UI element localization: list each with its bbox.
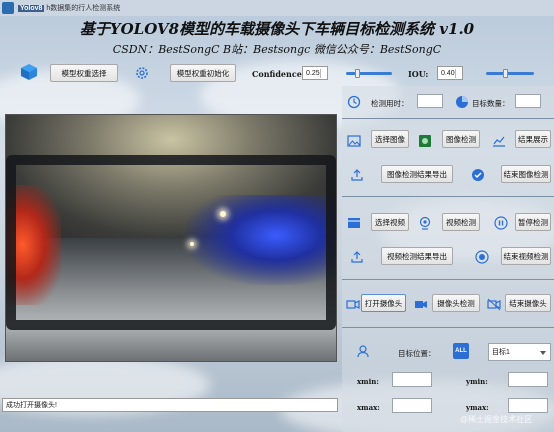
confidence-slider-handle[interactable] — [355, 69, 360, 78]
check-circle-icon — [471, 168, 485, 182]
select-video-button[interactable]: 选择视频 — [371, 213, 409, 231]
stop-image-detect-button[interactable]: 结束图像检测 — [501, 165, 551, 183]
xmax-field — [392, 398, 432, 413]
video-detect-button[interactable]: 视频检测 — [442, 213, 480, 231]
confidence-slider[interactable] — [346, 72, 392, 75]
iou-spinbox[interactable]: 0.40 — [437, 66, 463, 80]
clock-icon — [347, 95, 361, 109]
xmin-label: xmin: — [357, 377, 379, 386]
show-result-button[interactable]: 结果展示 — [515, 130, 551, 148]
video-windshield-frame — [6, 155, 336, 330]
export-icon — [350, 168, 364, 182]
ymin-field — [508, 372, 548, 387]
all-targets-icon: ALL — [453, 343, 469, 359]
ymax-field — [508, 398, 548, 413]
camera-off-icon — [487, 297, 501, 311]
iou-slider[interactable] — [486, 72, 534, 75]
time-label: 检测用时： — [371, 99, 409, 108]
iou-slider-handle[interactable] — [502, 69, 508, 78]
stop-camera-button[interactable]: 结束摄像头 — [505, 294, 551, 312]
camera-icon — [346, 297, 360, 311]
pause-detect-button[interactable]: 暂停检测 — [515, 213, 551, 231]
iou-label: IOU: — [408, 69, 429, 79]
time-field — [417, 94, 443, 108]
app-icon — [2, 2, 14, 14]
divider — [342, 196, 554, 197]
export-icon — [350, 250, 364, 264]
video-file-icon — [347, 216, 361, 230]
window-titlebar: Yolov8 h数据集的行人检测系统 — [0, 0, 554, 16]
video-camera-icon — [414, 297, 428, 311]
count-field — [515, 94, 541, 108]
confidence-spinbox[interactable]: 0.25 — [302, 66, 328, 80]
select-image-button[interactable]: 选择图像 — [371, 130, 409, 148]
export-image-result-button[interactable]: 图像检测结果导出 — [381, 165, 453, 183]
user-location-icon — [356, 344, 370, 358]
stop-video-detect-button[interactable]: 结束视频检测 — [501, 247, 551, 265]
export-video-result-button[interactable]: 视频检测结果导出 — [381, 247, 453, 265]
ymin-label: ymin: — [466, 377, 488, 386]
line-chart-icon — [492, 134, 506, 148]
window-title: Yolov8 h数据集的行人检测系统 — [18, 5, 121, 12]
settings-icon — [135, 66, 149, 80]
ymax-label: ymax: — [466, 403, 489, 412]
watermark: @稀土掘金技术社区 — [460, 415, 533, 424]
pause-icon — [494, 216, 508, 230]
divider — [342, 279, 554, 280]
target-select[interactable]: 目标1 — [488, 343, 551, 361]
video-display — [5, 114, 337, 362]
status-bar: 成功打开摄像头! — [2, 398, 338, 412]
camera-detect-button[interactable]: 摄像头检测 — [432, 294, 480, 312]
confidence-label: Confidence: — [252, 69, 305, 79]
count-label: 目标数量： — [472, 99, 510, 108]
page-title: 基于YOLOV8模型的车载摄像头下车辆目标检测系统 v1.0 — [79, 20, 475, 38]
model-select-button[interactable]: 模型权重选择 — [50, 64, 118, 82]
page-subtitle: CSDN：BestSongC B站：Bestsongc 微信公众号：BestSo… — [112, 43, 442, 56]
xmin-field — [392, 372, 432, 387]
image-detect-icon — [418, 134, 432, 148]
pie-chart-icon — [455, 95, 469, 109]
divider — [342, 118, 554, 119]
divider — [342, 327, 554, 328]
target-position-label: 目标位置： — [398, 349, 436, 358]
cube-icon — [20, 63, 38, 81]
image-icon — [347, 134, 361, 148]
webcam-icon — [418, 216, 432, 230]
xmax-label: xmax: — [357, 403, 380, 412]
image-detect-button[interactable]: 图像检测 — [442, 130, 480, 148]
stop-circle-icon — [475, 250, 489, 264]
open-camera-button[interactable]: 打开摄像头 — [361, 294, 406, 312]
model-init-button[interactable]: 模型权重初始化 — [170, 64, 236, 82]
